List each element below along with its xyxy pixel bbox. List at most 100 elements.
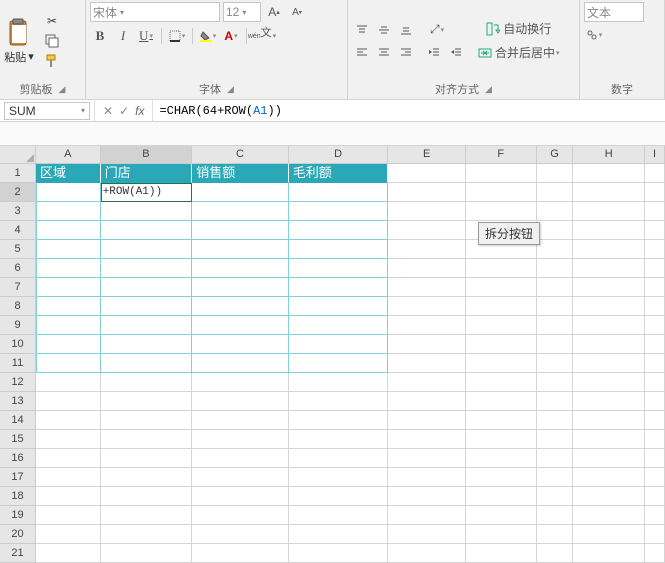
row-header[interactable]: 14 — [0, 411, 36, 430]
cell[interactable] — [466, 430, 537, 449]
cell[interactable] — [466, 259, 537, 278]
cell[interactable] — [573, 449, 645, 468]
cell[interactable] — [466, 354, 537, 373]
font-size-combo[interactable]: 12▾ — [223, 2, 261, 22]
cell[interactable] — [192, 525, 289, 544]
cell[interactable] — [388, 373, 466, 392]
cell[interactable] — [388, 240, 466, 259]
row-header[interactable]: 8 — [0, 297, 36, 316]
cell[interactable] — [101, 487, 193, 506]
cell[interactable] — [466, 525, 537, 544]
wrap-text-button[interactable]: 自动换行 — [474, 19, 564, 39]
cell[interactable] — [36, 468, 101, 487]
cell[interactable] — [466, 373, 537, 392]
col-header[interactable]: E — [388, 146, 466, 164]
cell[interactable] — [388, 544, 466, 563]
cell[interactable] — [388, 392, 466, 411]
paste-button[interactable]: 粘贴▾ — [4, 17, 34, 65]
cell[interactable] — [388, 525, 466, 544]
align-top-button[interactable] — [352, 20, 372, 40]
align-center-button[interactable] — [374, 42, 394, 62]
cell[interactable] — [537, 449, 574, 468]
cell[interactable] — [388, 278, 466, 297]
dialog-launcher-icon[interactable]: ◢ — [227, 84, 234, 95]
cell[interactable] — [388, 487, 466, 506]
cell[interactable] — [537, 506, 574, 525]
cell[interactable] — [36, 411, 101, 430]
col-header[interactable]: C — [192, 146, 289, 164]
cell[interactable]: 区域 — [36, 164, 101, 183]
cell[interactable] — [645, 278, 665, 297]
cell[interactable] — [289, 316, 389, 335]
cell[interactable] — [101, 278, 193, 297]
row-header[interactable]: 12 — [0, 373, 36, 392]
cell[interactable] — [192, 316, 289, 335]
cell[interactable] — [101, 392, 193, 411]
cell[interactable] — [289, 373, 389, 392]
cell[interactable] — [573, 392, 645, 411]
cell[interactable] — [289, 525, 389, 544]
cell[interactable] — [537, 183, 574, 202]
cell[interactable] — [289, 221, 389, 240]
cell[interactable] — [388, 506, 466, 525]
cell[interactable] — [101, 240, 193, 259]
fill-color-button[interactable]: ▾ — [198, 26, 218, 46]
cell[interactable] — [388, 354, 466, 373]
cell[interactable] — [388, 297, 466, 316]
row-header[interactable]: 17 — [0, 468, 36, 487]
format-painter-button[interactable] — [44, 53, 60, 69]
cell[interactable] — [36, 183, 101, 202]
col-header[interactable]: H — [573, 146, 645, 164]
align-left-button[interactable] — [352, 42, 372, 62]
cell[interactable] — [466, 411, 537, 430]
cell[interactable] — [36, 297, 101, 316]
cell[interactable] — [537, 297, 574, 316]
cell[interactable] — [573, 430, 645, 449]
cell[interactable] — [289, 506, 389, 525]
decrease-font-button[interactable]: A▾ — [287, 2, 307, 22]
cell[interactable] — [537, 525, 574, 544]
cell[interactable] — [537, 544, 574, 563]
cell[interactable] — [36, 487, 101, 506]
cell[interactable] — [192, 544, 289, 563]
fx-icon[interactable]: fx — [135, 104, 144, 118]
col-header[interactable]: F — [466, 146, 537, 164]
cell[interactable] — [573, 506, 645, 525]
cell[interactable] — [192, 392, 289, 411]
row-header[interactable]: 4 — [0, 221, 36, 240]
formula-input[interactable]: =CHAR(64+ROW(A1)) — [153, 104, 665, 118]
cell[interactable] — [645, 183, 665, 202]
cell[interactable] — [573, 164, 645, 183]
cell[interactable] — [192, 373, 289, 392]
cell[interactable] — [192, 430, 289, 449]
cell[interactable] — [466, 506, 537, 525]
bold-button[interactable]: B — [90, 26, 110, 46]
cell[interactable] — [573, 373, 645, 392]
copy-button[interactable] — [44, 33, 60, 49]
cell[interactable] — [645, 411, 665, 430]
cell[interactable] — [573, 468, 645, 487]
cell[interactable] — [645, 354, 665, 373]
cell[interactable] — [289, 487, 389, 506]
row-header[interactable]: 19 — [0, 506, 36, 525]
cell[interactable]: 门店 — [101, 164, 193, 183]
cell[interactable] — [573, 240, 645, 259]
phonetic-button[interactable]: wén文▾ — [252, 26, 272, 46]
cell[interactable] — [388, 335, 466, 354]
cell[interactable] — [573, 278, 645, 297]
cell[interactable] — [573, 221, 645, 240]
row-header[interactable]: 3 — [0, 202, 36, 221]
cell[interactable] — [101, 259, 193, 278]
cell[interactable] — [388, 164, 466, 183]
cell[interactable] — [192, 240, 289, 259]
cell[interactable] — [36, 335, 101, 354]
cell[interactable] — [36, 221, 101, 240]
cell[interactable] — [36, 506, 101, 525]
cell[interactable] — [289, 335, 389, 354]
row-header[interactable]: 2 — [0, 183, 36, 202]
cell[interactable] — [573, 354, 645, 373]
cell[interactable] — [192, 278, 289, 297]
col-header[interactable]: D — [289, 146, 389, 164]
cell[interactable] — [192, 354, 289, 373]
cell[interactable] — [36, 278, 101, 297]
